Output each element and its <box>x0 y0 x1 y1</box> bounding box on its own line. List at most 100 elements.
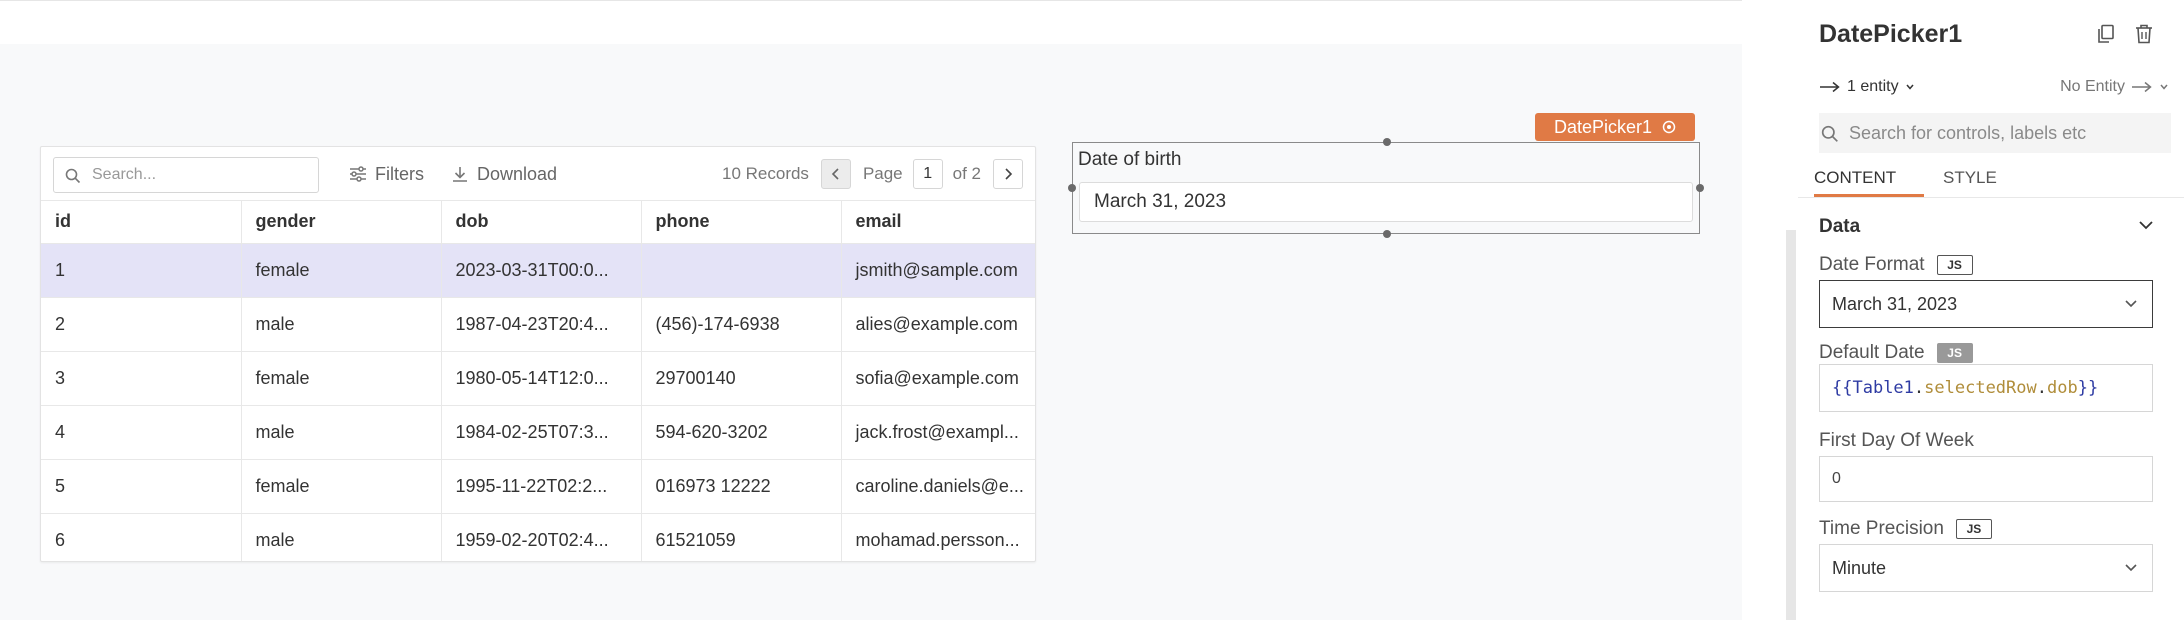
chevron-down-icon <box>1906 84 1914 90</box>
table-cell: 1984-02-25T07:3... <box>441 405 642 460</box>
download-button[interactable]: Download <box>451 163 557 185</box>
table-cell: 1987-04-23T20:4... <box>441 297 642 352</box>
property-search-input[interactable] <box>1849 113 2165 153</box>
chevron-down-icon <box>2125 300 2137 308</box>
arrow-right-icon <box>2132 81 2152 93</box>
date-format-label-row: Date Format JS <box>1819 254 1973 276</box>
datepicker-widget[interactable]: Date of birth March 31, 2023 <box>1068 138 1704 238</box>
entity-dropdown[interactable]: 1 entity <box>1819 78 1915 96</box>
default-date-label: Default Date <box>1819 342 1925 363</box>
code-token: {{ <box>1832 378 1853 398</box>
table-widget[interactable]: Filters Download 10 Records Page 1 of 2 … <box>40 146 1036 562</box>
table-header-bar: Filters Download 10 Records Page 1 of 2 <box>41 147 1035 201</box>
table-cell: 61521059 <box>641 513 842 561</box>
table-row[interactable]: 2 male 1987-04-23T20:4... (456)-174-6938… <box>41 297 1035 352</box>
chevron-left-icon <box>831 168 839 180</box>
column-header[interactable]: id <box>41 201 242 244</box>
js-toggle[interactable]: JS <box>1936 343 1973 363</box>
page-total: of 2 <box>952 164 981 183</box>
table-cell: female <box>241 351 442 406</box>
page-number-input[interactable]: 1 <box>912 159 943 189</box>
filters-label: Filters <box>375 163 424 184</box>
first-day-input[interactable]: 0 <box>1819 456 2153 502</box>
search-icon <box>65 168 81 184</box>
table-cell: female <box>241 459 442 514</box>
code-token: Table1 <box>1852 378 1914 398</box>
column-header[interactable]: gender <box>241 201 442 244</box>
table-cell: 4 <box>41 405 242 460</box>
default-date-code-input[interactable]: {{Table1. selectedRow. dob}} <box>1819 364 2153 412</box>
table-cell: sofia@example.com <box>841 351 1035 406</box>
table-cell: alies@example.com <box>841 297 1035 352</box>
table-cell: 594-620-3202 <box>641 405 842 460</box>
table-header-row: id gender dob phone email <box>41 201 1035 244</box>
time-precision-value: Minute <box>1832 557 1887 578</box>
first-day-label-row: First Day Of Week <box>1819 430 1974 452</box>
table-cell: 1 <box>41 243 242 298</box>
page-label: Page <box>862 164 903 183</box>
no-entity-label: No Entity <box>2060 78 2125 95</box>
data-table: id gender dob phone email 1 female 2023-… <box>41 201 1035 561</box>
first-day-label: First Day Of Week <box>1819 430 1974 451</box>
entity-count: 1 entity <box>1847 78 1899 95</box>
property-pane: DatePicker1 1 entity No Entity CONTENT S… <box>1798 0 2184 620</box>
table-row[interactable]: 5 female 1995-11-22T02:2... 016973 12222… <box>41 459 1035 514</box>
column-header[interactable]: phone <box>641 201 842 244</box>
code-token: . <box>2036 378 2047 398</box>
trash-icon[interactable] <box>2135 24 2153 44</box>
time-precision-select[interactable]: Minute <box>1819 544 2153 592</box>
section-title[interactable]: Data <box>1819 216 1860 238</box>
datepicker-input[interactable]: March 31, 2023 <box>1079 182 1693 222</box>
search-icon <box>1821 125 1838 142</box>
copy-icon[interactable] <box>2097 24 2115 44</box>
date-format-label: Date Format <box>1819 254 1925 275</box>
chevron-right-icon <box>1005 168 1013 180</box>
table-row[interactable]: 1 female 2023-03-31T00:0... jsmith@sampl… <box>41 243 1035 298</box>
filters-button[interactable]: Filters <box>349 163 424 185</box>
resize-handle-top[interactable] <box>1383 138 1391 146</box>
table-search-input[interactable] <box>92 158 312 192</box>
records-count: 10 Records <box>722 164 809 183</box>
canvas-scrollbar[interactable] <box>1786 230 1796 620</box>
download-icon <box>453 167 467 182</box>
property-search[interactable] <box>1819 113 2171 153</box>
table-row[interactable]: 3 female 1980-05-14T12:0... 29700140 sof… <box>41 351 1035 406</box>
table-cell: jack.frost@exampl... <box>841 405 1035 460</box>
table-row[interactable]: 6 male 1959-02-20T02:4... 61521059 moham… <box>41 513 1035 561</box>
resize-handle-right[interactable] <box>1696 184 1704 192</box>
table-search[interactable] <box>53 157 319 193</box>
column-header[interactable]: email <box>841 201 1035 244</box>
prev-page-button[interactable] <box>820 159 851 189</box>
no-entity-dropdown[interactable]: No Entity <box>2060 78 2169 96</box>
table-cell: 3 <box>41 351 242 406</box>
table-cell: 5 <box>41 459 242 514</box>
table-cell: 1959-02-20T02:4... <box>441 513 642 561</box>
chevron-down-icon[interactable] <box>2138 220 2154 230</box>
table-cell: mohamad.persson... <box>841 513 1035 561</box>
resize-handle-left[interactable] <box>1068 184 1076 192</box>
next-page-button[interactable] <box>993 159 1023 189</box>
active-tab-indicator <box>1814 194 1924 197</box>
tab-style[interactable]: STYLE <box>1943 168 1997 188</box>
close-icon[interactable] <box>1662 120 1676 134</box>
top-toolbar <box>0 0 1742 44</box>
table-row[interactable]: 4 male 1984-02-25T07:3... 594-620-3202 j… <box>41 405 1035 460</box>
table-pagination: 10 Records Page 1 of 2 <box>722 158 1023 190</box>
code-token: . <box>1913 378 1925 398</box>
date-format-select[interactable]: March 31, 2023 <box>1819 280 2153 328</box>
arrow-right-icon <box>1820 81 1840 93</box>
js-toggle[interactable]: JS <box>1955 519 1992 539</box>
time-precision-label: Time Precision <box>1819 518 1944 539</box>
table-cell: 016973 12222 <box>641 459 842 514</box>
table-cell: caroline.daniels@e... <box>841 459 1035 514</box>
table-cell: female <box>241 243 442 298</box>
js-toggle[interactable]: JS <box>1936 255 1973 275</box>
datepicker-label: Date of birth <box>1078 149 1182 170</box>
widget-name-tag[interactable]: DatePicker1 <box>1535 113 1695 141</box>
column-header[interactable]: dob <box>441 201 642 244</box>
table-cell: 6 <box>41 513 242 561</box>
entity-row: 1 entity No Entity <box>1819 78 2169 100</box>
tab-content[interactable]: CONTENT <box>1814 168 1896 188</box>
code-token: selectedRow <box>1924 378 2037 398</box>
resize-handle-bottom[interactable] <box>1383 230 1391 238</box>
